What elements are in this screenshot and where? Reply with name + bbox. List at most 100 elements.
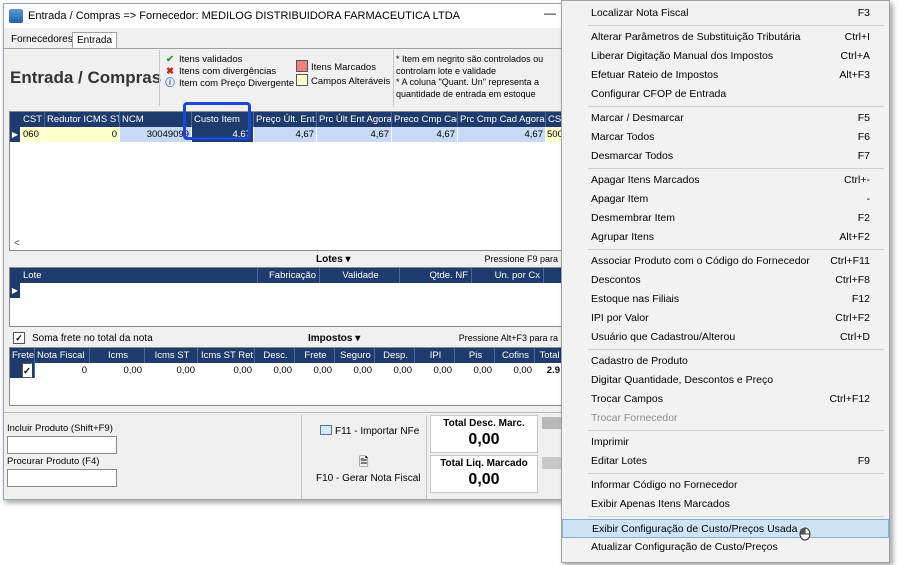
- menu-item-configurar-cfop-de-entrada[interactable]: Configurar CFOP de Entrada: [562, 85, 889, 104]
- cell-frete[interactable]: 0,00: [295, 363, 335, 378]
- menu-item-localizar-nota-fiscal[interactable]: Localizar Nota Fiscal F3: [562, 4, 889, 23]
- col-seguro[interactable]: Seguro: [335, 348, 375, 363]
- scroll-left-icon[interactable]: <: [14, 238, 20, 249]
- menu-item-exibir-configuracao-de-custo-precos-usada[interactable]: Exibir Configuração de Custo/Preços Usad…: [562, 519, 889, 538]
- window-title: Entrada / Compras => Fornecedor: MEDILOG…: [28, 10, 460, 22]
- lotes-title[interactable]: Lotes ▾: [316, 254, 350, 265]
- col-preco-ult-ent[interactable]: Preço Últ. Ent.: [254, 112, 317, 127]
- col-qtde-nf[interactable]: Qtde. NF: [400, 268, 472, 283]
- menu-item-descontos[interactable]: Descontos Ctrl+F8: [562, 271, 889, 290]
- cell-prc-ult-ent-agora[interactable]: 4,67: [317, 127, 392, 142]
- cell-ncm[interactable]: 30049099: [120, 127, 192, 142]
- generate-nf-button[interactable]: F10 - Gerar Nota Fiscal: [316, 473, 420, 484]
- menu-item-exibir-apenas-itens-marcados[interactable]: Exibir Apenas Itens Marcados: [562, 495, 889, 514]
- cell-cst[interactable]: 060: [21, 127, 45, 142]
- col-desp[interactable]: Desp.: [375, 348, 415, 363]
- menu-item-informar-codigo-no-fornecedor[interactable]: Informar Código no Fornecedor: [562, 476, 889, 495]
- col-frete-flag[interactable]: Frete: [10, 348, 35, 363]
- menu-item-imprimir[interactable]: Imprimir: [562, 433, 889, 452]
- col-prc-ult-ent-agora[interactable]: Prc Últ Ent Agora: [317, 112, 392, 127]
- horizontal-scrollbar[interactable]: <: [10, 238, 562, 250]
- menu-item-label: Desmembrar Item: [591, 212, 676, 224]
- tab-fornecedores[interactable]: Fornecedores: [7, 32, 77, 47]
- menu-item-marcar-desmarcar[interactable]: Marcar / Desmarcar F5: [562, 109, 889, 128]
- col-ncm[interactable]: NCM: [120, 112, 192, 127]
- cell-desp[interactable]: 0,00: [375, 363, 415, 378]
- col-preco-cmp-cad[interactable]: Preco Cmp Cad: [392, 112, 458, 127]
- impostos-title[interactable]: Impostos ▾: [308, 333, 360, 344]
- col-pis[interactable]: Pis: [455, 348, 495, 363]
- tab-strip: Fornecedores Entrada: [4, 30, 562, 49]
- col-nota-fiscal[interactable]: Nota Fiscal: [35, 348, 90, 363]
- custo-item-highlight: [183, 102, 251, 140]
- tab-entrada[interactable]: Entrada: [72, 32, 118, 48]
- menu-item-apagar-item[interactable]: Apagar Item -: [562, 190, 889, 209]
- menu-item-apagar-itens-marcados[interactable]: Apagar Itens Marcados Ctrl+-: [562, 171, 889, 190]
- col-ipi[interactable]: IPI: [415, 348, 455, 363]
- partial-panel: [542, 417, 562, 429]
- menu-item-trocar-campos[interactable]: Trocar Campos Ctrl+F12: [562, 390, 889, 409]
- cell-icms-st-ret[interactable]: 0,00: [198, 363, 255, 378]
- menu-item-usuario-que-cadastrou-alterou[interactable]: Usuário que Cadastrou/Alterou Ctrl+D: [562, 328, 889, 347]
- lotes-grid[interactable]: Lote Fabricação Validade Qtde. NF Un. po…: [9, 267, 562, 327]
- legend-marked: Itens Marcados: [311, 62, 376, 73]
- col-icms-st-ret[interactable]: Icms ST Ret: [198, 348, 255, 363]
- menu-item-digitar-quantidade-descontos-e-preco[interactable]: Digitar Quantidade, Descontos e Preço: [562, 371, 889, 390]
- menu-item-ipi-por-valor[interactable]: IPI por Valor Ctrl+F2: [562, 309, 889, 328]
- cell-ipi[interactable]: 0,00: [415, 363, 455, 378]
- menu-separator: [588, 106, 884, 107]
- menu-item-cadastro-de-produto[interactable]: Cadastro de Produto: [562, 352, 889, 371]
- col-validade[interactable]: Validade: [320, 268, 400, 283]
- table-row[interactable]: 060 0 30049099 4,67 4,67 4,67 4,67 4,67 …: [10, 127, 562, 142]
- menu-item-estoque-nas-filiais[interactable]: Estoque nas Filiais F12: [562, 290, 889, 309]
- document-icon: [320, 425, 332, 435]
- marked-swatch: [296, 60, 308, 72]
- cell-icms[interactable]: 0,00: [90, 363, 145, 378]
- cell-preco-ult-ent[interactable]: 4,67: [254, 127, 317, 142]
- menu-item-shortcut: F6: [857, 131, 870, 143]
- cell-frete-flag[interactable]: ✓: [10, 363, 35, 378]
- menu-item-desmembrar-item[interactable]: Desmembrar Item F2: [562, 209, 889, 228]
- col-cofins[interactable]: Cofins: [495, 348, 535, 363]
- col-desc[interactable]: Desc.: [255, 348, 295, 363]
- col-icms-st[interactable]: Icms ST: [145, 348, 198, 363]
- impostos-grid[interactable]: Frete Nota Fiscal Icms Icms ST Icms ST R…: [9, 347, 562, 406]
- cell-total[interactable]: 2.9: [535, 363, 562, 378]
- menu-item-shortcut: Ctrl+F12: [829, 393, 870, 405]
- cell-cofins[interactable]: 0,00: [495, 363, 535, 378]
- soma-frete-checkbox[interactable]: ✓: [13, 332, 25, 344]
- search-product-input[interactable]: [7, 469, 117, 487]
- menu-item-efetuar-rateio-de-impostos[interactable]: Efetuar Rateio de Impostos Alt+F3: [562, 66, 889, 85]
- cell-icms-st[interactable]: 0,00: [145, 363, 198, 378]
- menu-item-editar-lotes[interactable]: Editar Lotes F9: [562, 452, 889, 471]
- import-nfe-button[interactable]: F11 - Importar NFe: [320, 425, 419, 437]
- col-prc-cmp-cad-agora[interactable]: Prc Cmp Cad Agora: [458, 112, 546, 127]
- menu-item-atualizar-configuracao-de-custo-precos[interactable]: Atualizar Configuração de Custo/Preços: [562, 538, 889, 557]
- table-row[interactable]: ✓ 0 0,00 0,00 0,00 0,00 0,00 0,00 0,00 0…: [10, 363, 562, 378]
- minimize-icon[interactable]: —: [544, 6, 556, 20]
- col-lote[interactable]: Lote: [21, 268, 258, 283]
- items-grid[interactable]: CST Redutor ICMS ST NCM Custo Item Preço…: [9, 111, 562, 251]
- menu-item-marcar-todos[interactable]: Marcar Todos F6: [562, 128, 889, 147]
- cell-desc[interactable]: 0,00: [255, 363, 295, 378]
- col-un-por-cx[interactable]: Un. por Cx: [472, 268, 544, 283]
- cell-seguro[interactable]: 0,00: [335, 363, 375, 378]
- cell-redutor[interactable]: 0: [45, 127, 120, 142]
- cell-preco-cmp-cad[interactable]: 4,67: [392, 127, 458, 142]
- col-total[interactable]: Total: [535, 348, 562, 363]
- col-fabricacao[interactable]: Fabricação: [258, 268, 320, 283]
- menu-item-desmarcar-todos[interactable]: Desmarcar Todos F7: [562, 147, 889, 166]
- col-cst[interactable]: CST: [21, 112, 45, 127]
- cell-prc-cmp-cad-agora[interactable]: 4,67: [458, 127, 546, 142]
- menu-separator: [588, 516, 884, 517]
- menu-item-agrupar-itens[interactable]: Agrupar Itens Alt+F2: [562, 228, 889, 247]
- cell-nota-fiscal[interactable]: 0: [35, 363, 90, 378]
- menu-item-alterar-parametros-de-substituicao-tributaria[interactable]: Alterar Parâmetros de Substituição Tribu…: [562, 28, 889, 47]
- col-redutor[interactable]: Redutor ICMS ST: [45, 112, 120, 127]
- col-frete[interactable]: Frete: [295, 348, 335, 363]
- cell-pis[interactable]: 0,00: [455, 363, 495, 378]
- menu-item-liberar-digitacao-manual-dos-impostos[interactable]: Liberar Digitação Manual dos Impostos Ctr…: [562, 47, 889, 66]
- menu-item-associar-produto-com-o-codigo-do-fornecedor[interactable]: Associar Produto com o Código do Fornece…: [562, 252, 889, 271]
- include-product-input[interactable]: [7, 436, 117, 454]
- col-icms[interactable]: Icms: [90, 348, 145, 363]
